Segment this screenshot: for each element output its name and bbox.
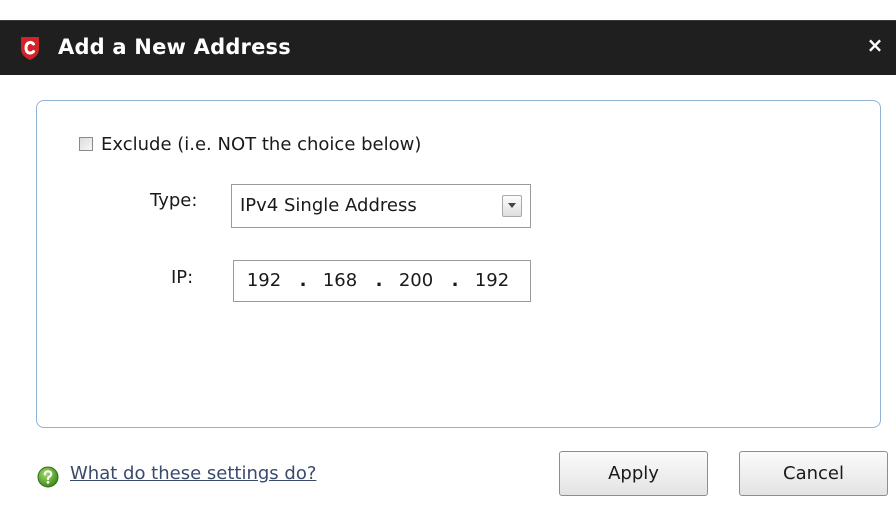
exclude-checkbox[interactable] <box>79 137 93 151</box>
ip-octet-3[interactable]: 200 <box>394 270 438 291</box>
comodo-shield-icon <box>18 35 42 61</box>
ip-address-input[interactable]: 192 . 168 . 200 . 192 <box>233 260 531 302</box>
ip-label: IP: <box>171 267 194 288</box>
close-icon[interactable]: × <box>864 31 886 59</box>
help-question-icon[interactable] <box>37 466 59 488</box>
title-bar: Add a New Address × <box>0 20 896 75</box>
type-select[interactable]: IPv4 Single Address <box>231 184 531 228</box>
ip-octet-4[interactable]: 192 <box>470 270 514 291</box>
help-link[interactable]: What do these settings do? <box>70 463 316 484</box>
apply-button[interactable]: Apply <box>559 451 708 496</box>
type-select-value: IPv4 Single Address <box>240 195 417 216</box>
ip-octet-2[interactable]: 168 <box>318 270 362 291</box>
cancel-button[interactable]: Cancel <box>739 451 888 496</box>
type-label: Type: <box>150 190 198 211</box>
add-address-dialog: Add a New Address × Exclude (i.e. NOT th… <box>0 0 896 518</box>
chevron-down-icon[interactable] <box>502 195 522 217</box>
ip-octet-1[interactable]: 192 <box>242 270 286 291</box>
dialog-title: Add a New Address <box>58 35 291 59</box>
ip-separator: . <box>299 270 307 291</box>
exclude-option[interactable]: Exclude (i.e. NOT the choice below) <box>79 132 421 156</box>
exclude-label: Exclude (i.e. NOT the choice below) <box>101 133 422 155</box>
ip-separator: . <box>375 270 383 291</box>
ip-separator: . <box>451 270 459 291</box>
